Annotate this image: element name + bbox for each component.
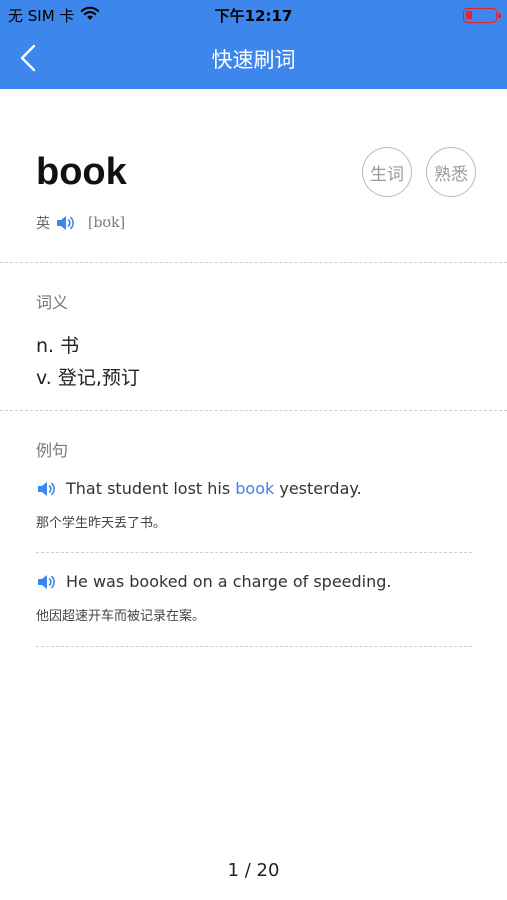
- accent-label: 英: [36, 216, 50, 232]
- pronunciation: 英 [bʊk]: [36, 213, 125, 233]
- example-translation: 那个学生昨天丢了书。: [36, 516, 167, 531]
- example-english: He was booked on a charge of speeding.: [36, 572, 476, 591]
- status-time: 下午12:17: [214, 7, 293, 25]
- new-word-button[interactable]: 生词: [362, 147, 412, 197]
- word-header: book 生词 熟悉 英 [bʊk]: [0, 89, 507, 263]
- example-text: yesterday.: [274, 479, 362, 498]
- example-text: He was booked on a charge of speeding.: [66, 572, 392, 591]
- example-english: That student lost his book yesterday.: [36, 479, 476, 498]
- page-title: 快速刷词: [211, 48, 296, 72]
- phonetic-text: [bʊk]: [88, 215, 126, 231]
- status-bar: 无 SIM 卡 下午12:17: [0, 0, 507, 30]
- highlighted-word: book: [235, 479, 275, 498]
- examples-label: 例句: [36, 441, 69, 460]
- definition-item: n. 书: [36, 335, 80, 357]
- battery-nub: [498, 13, 501, 18]
- battery-level: [466, 11, 472, 19]
- example-text: That student lost his: [66, 479, 236, 498]
- battery-icon: [463, 8, 501, 23]
- example-sentence: That student lost his book yesterday. 那个…: [36, 479, 476, 531]
- word-text: book: [36, 151, 127, 193]
- nav-bar: 快速刷词: [0, 30, 507, 89]
- example-sentence: He was booked on a charge of speeding. 他…: [36, 572, 476, 624]
- familiar-button[interactable]: 熟悉: [426, 147, 476, 197]
- divider: [36, 552, 472, 553]
- speaker-icon[interactable]: [56, 215, 76, 231]
- divider: [0, 410, 507, 411]
- definitions-label: 词义: [36, 293, 69, 312]
- definition-item: v. 登记,预订: [36, 367, 140, 389]
- page-counter: 1 / 20: [227, 860, 280, 881]
- speaker-icon[interactable]: [36, 481, 58, 497]
- speaker-icon[interactable]: [36, 574, 58, 590]
- divider: [36, 646, 472, 647]
- example-translation: 他因超速开车而被记录在案。: [36, 609, 206, 624]
- divider: [0, 262, 507, 263]
